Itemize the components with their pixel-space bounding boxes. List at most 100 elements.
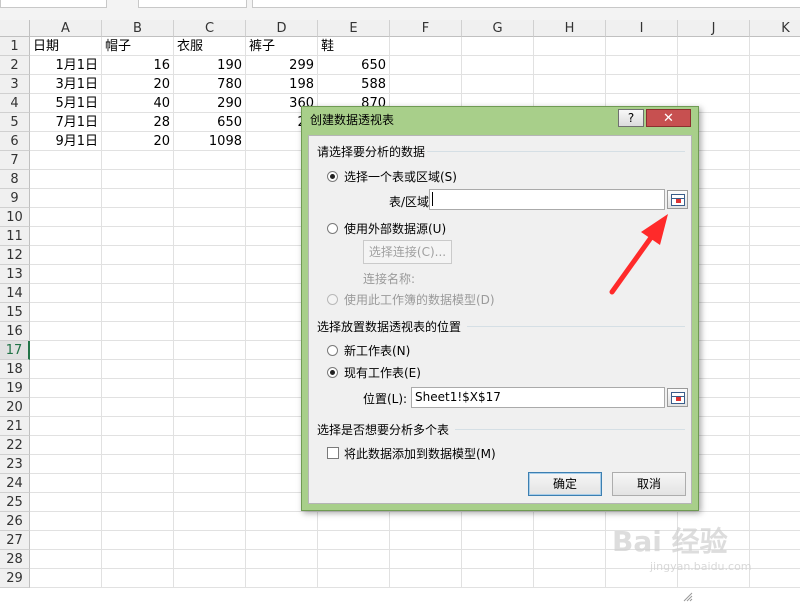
table-range-input[interactable] — [429, 189, 665, 210]
radio-data-model[interactable] — [327, 294, 338, 305]
grid-cell[interactable] — [750, 56, 800, 75]
grid-cell[interactable] — [750, 512, 800, 531]
grid-cell[interactable] — [678, 75, 750, 94]
grid-cell[interactable] — [102, 170, 174, 189]
grid-cell[interactable] — [102, 322, 174, 341]
grid-cell[interactable] — [750, 189, 800, 208]
grid-cell[interactable] — [390, 569, 462, 588]
grid-cell[interactable] — [750, 360, 800, 379]
column-header[interactable]: A — [30, 20, 102, 37]
grid-cell[interactable] — [102, 341, 174, 360]
row-header[interactable]: 16 — [0, 322, 30, 341]
grid-cell[interactable] — [174, 227, 246, 246]
column-header[interactable]: H — [534, 20, 606, 37]
grid-cell[interactable] — [750, 455, 800, 474]
row-header[interactable]: 21 — [0, 417, 30, 436]
grid-cell[interactable] — [606, 56, 678, 75]
grid-cell[interactable] — [750, 531, 800, 550]
grid-cell[interactable] — [102, 398, 174, 417]
grid-cell[interactable]: 1098 — [174, 132, 246, 151]
row-header[interactable]: 26 — [0, 512, 30, 531]
grid-cell[interactable] — [534, 75, 606, 94]
formula-input[interactable] — [252, 0, 800, 8]
grid-cell[interactable] — [30, 303, 102, 322]
grid-cell[interactable] — [750, 417, 800, 436]
location-picker-button[interactable] — [667, 388, 688, 407]
grid-cell[interactable] — [246, 512, 318, 531]
column-header[interactable]: J — [678, 20, 750, 37]
grid-cell[interactable] — [318, 531, 390, 550]
grid-cell[interactable] — [30, 474, 102, 493]
help-button[interactable]: ? — [618, 109, 644, 127]
row-header[interactable]: 22 — [0, 436, 30, 455]
grid-cell[interactable] — [678, 37, 750, 56]
column-header[interactable]: F — [390, 20, 462, 37]
grid-cell[interactable] — [750, 94, 800, 113]
grid-cell[interactable]: 16 — [102, 56, 174, 75]
grid-cell[interactable] — [606, 37, 678, 56]
grid-cell[interactable] — [390, 550, 462, 569]
radio-new-worksheet[interactable] — [327, 345, 338, 356]
grid-cell[interactable] — [174, 493, 246, 512]
grid-cell[interactable] — [102, 265, 174, 284]
grid-cell[interactable] — [174, 360, 246, 379]
row-header[interactable]: 5 — [0, 113, 30, 132]
formula-toolbar[interactable] — [138, 0, 247, 8]
grid-cell[interactable] — [390, 512, 462, 531]
grid-cell[interactable] — [102, 436, 174, 455]
row-header[interactable]: 29 — [0, 569, 30, 588]
grid-cell[interactable]: 40 — [102, 94, 174, 113]
grid-cell[interactable] — [534, 512, 606, 531]
grid-cell[interactable] — [174, 455, 246, 474]
grid-cell[interactable]: 198 — [246, 75, 318, 94]
grid-cell[interactable] — [750, 227, 800, 246]
grid-cell[interactable] — [102, 474, 174, 493]
grid-cell[interactable] — [174, 531, 246, 550]
grid-cell[interactable] — [750, 322, 800, 341]
grid-cell[interactable] — [534, 37, 606, 56]
grid-cell[interactable] — [30, 170, 102, 189]
grid-cell[interactable] — [462, 37, 534, 56]
grid-cell[interactable] — [30, 531, 102, 550]
grid-cell[interactable] — [750, 265, 800, 284]
grid-cell[interactable]: 588 — [318, 75, 390, 94]
grid-cell[interactable] — [750, 569, 800, 588]
grid-cell[interactable] — [318, 512, 390, 531]
grid-cell[interactable] — [462, 512, 534, 531]
grid-cell[interactable] — [174, 398, 246, 417]
grid-cell[interactable] — [30, 550, 102, 569]
grid-cell[interactable] — [750, 37, 800, 56]
grid-cell[interactable] — [246, 569, 318, 588]
row-header[interactable]: 19 — [0, 379, 30, 398]
grid-cell[interactable] — [678, 56, 750, 75]
table-range-picker-button[interactable] — [667, 190, 688, 209]
grid-cell[interactable] — [30, 455, 102, 474]
grid-cell[interactable]: 裤子 — [246, 37, 318, 56]
grid-cell[interactable]: 290 — [174, 94, 246, 113]
grid-cell[interactable] — [102, 360, 174, 379]
grid-cell[interactable] — [534, 569, 606, 588]
grid-cell[interactable] — [750, 284, 800, 303]
grid-cell[interactable] — [174, 322, 246, 341]
grid-cell[interactable] — [30, 322, 102, 341]
grid-cell[interactable] — [750, 75, 800, 94]
row-header[interactable]: 24 — [0, 474, 30, 493]
row-header[interactable]: 10 — [0, 208, 30, 227]
grid-cell[interactable] — [174, 379, 246, 398]
grid-cell[interactable] — [102, 151, 174, 170]
grid-cell[interactable] — [390, 75, 462, 94]
row-header[interactable]: 15 — [0, 303, 30, 322]
row-header[interactable]: 8 — [0, 170, 30, 189]
grid-cell[interactable] — [102, 531, 174, 550]
grid-cell[interactable] — [750, 170, 800, 189]
row-header[interactable]: 4 — [0, 94, 30, 113]
grid-cell[interactable] — [534, 531, 606, 550]
grid-cell[interactable] — [462, 56, 534, 75]
grid-cell[interactable] — [102, 550, 174, 569]
row-header[interactable]: 2 — [0, 56, 30, 75]
grid-cell[interactable] — [102, 189, 174, 208]
radio-external-source[interactable] — [327, 223, 338, 234]
grid-cell[interactable]: 3月1日 — [30, 75, 102, 94]
grid-cell[interactable] — [246, 531, 318, 550]
grid-cell[interactable] — [30, 379, 102, 398]
